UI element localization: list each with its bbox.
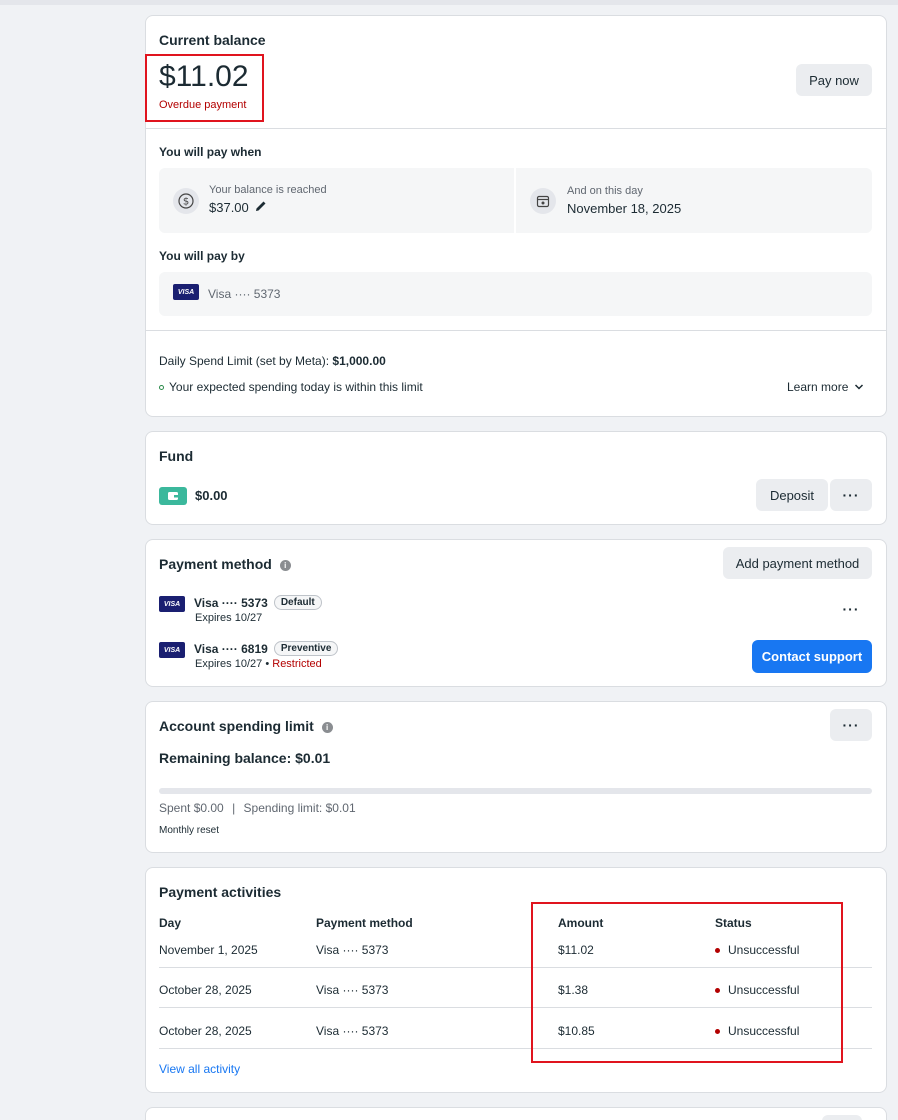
view-all-activity-link[interactable]: View all activity xyxy=(159,1062,240,1076)
date-label: And on this day xyxy=(567,185,643,197)
next-card-button[interactable] xyxy=(822,1115,862,1120)
row-method: Visa ···· 5373 xyxy=(316,943,389,957)
card-expiry: Expires 10/27 xyxy=(195,658,263,670)
spent-row: Spent $0.00 | Spending limit: $0.01 xyxy=(159,801,356,815)
status-dot-icon xyxy=(159,384,164,390)
daily-limit-value: $1,000.00 xyxy=(332,354,386,368)
info-icon[interactable]: i xyxy=(279,559,291,571)
row-method: Visa ···· 5373 xyxy=(316,983,389,997)
fund-more-button[interactable]: ··· xyxy=(830,479,872,511)
row-day: November 1, 2025 xyxy=(159,943,258,957)
next-card xyxy=(145,1107,887,1120)
date-value: November 18, 2025 xyxy=(567,201,682,216)
left-sidebar xyxy=(0,5,145,1120)
column-header-method: Payment method xyxy=(316,916,413,930)
payment-method-title-text: Payment method xyxy=(159,556,272,572)
info-icon[interactable]: i xyxy=(321,721,333,733)
card-name: Visa ···· 5373 xyxy=(194,595,268,610)
visa-icon: VISA xyxy=(159,596,185,612)
divider xyxy=(146,128,886,129)
fund-amount: $0.00 xyxy=(195,488,228,503)
daily-limit: Daily Spend Limit (set by Meta): $1,000.… xyxy=(159,354,386,368)
pay-by-box: VISA Visa ···· 5373 xyxy=(159,272,872,316)
pay-by-title: You will pay by xyxy=(159,249,245,263)
divider xyxy=(146,330,886,331)
svg-text:$: $ xyxy=(183,197,189,208)
spending-limit-more-button[interactable]: ··· xyxy=(830,709,872,741)
card-more-button[interactable]: ··· xyxy=(830,595,872,623)
spending-limit-title-text: Account spending limit xyxy=(159,718,314,734)
threshold-label: Your balance is reached xyxy=(209,184,327,196)
add-payment-method-button[interactable]: Add payment method xyxy=(723,547,872,579)
remaining-balance: Remaining balance: $0.01 xyxy=(159,750,331,766)
daily-limit-note-row: Your expected spending today is within t… xyxy=(159,380,423,394)
spending-limit-value: Spending limit: $0.01 xyxy=(243,801,356,815)
default-badge: Default xyxy=(273,595,322,610)
card-expiry: Expires 10/27 xyxy=(195,612,263,624)
row-day: October 28, 2025 xyxy=(159,1024,252,1038)
annotation-box-activities xyxy=(531,902,843,1063)
date-box: And on this day November 18, 2025 xyxy=(516,168,872,233)
fund-card: Fund $0.00 Deposit ··· xyxy=(145,431,887,525)
chevron-down-icon xyxy=(855,384,864,390)
spending-progress-bar xyxy=(159,788,872,794)
preventive-badge: Preventive xyxy=(273,641,339,656)
more-dots-icon: ··· xyxy=(842,601,860,617)
card-row[interactable]: Visa ···· 5373 Default xyxy=(194,595,322,610)
payment-method-title: Payment method i xyxy=(159,556,291,572)
annotation-box-balance xyxy=(145,54,264,122)
threshold-value: $37.00 xyxy=(209,200,249,215)
card-name: Visa ···· 6819 xyxy=(194,641,268,656)
row-method: Visa ···· 5373 xyxy=(316,1024,389,1038)
spending-limit-title: Account spending limit i xyxy=(159,718,333,734)
deposit-button[interactable]: Deposit xyxy=(756,479,828,511)
more-dots-icon: ··· xyxy=(842,487,860,503)
contact-support-button[interactable]: Contact support xyxy=(752,640,872,673)
wallet-icon xyxy=(159,487,187,505)
pay-now-button[interactable]: Pay now xyxy=(796,64,872,96)
restricted-status: Restricted xyxy=(272,658,322,670)
learn-more-label: Learn more xyxy=(787,380,849,394)
payment-activities-title: Payment activities xyxy=(159,884,282,900)
visa-icon: VISA xyxy=(159,642,185,658)
spent-value: Spent $0.00 xyxy=(159,801,224,815)
row-day: October 28, 2025 xyxy=(159,983,252,997)
daily-limit-label: Daily Spend Limit (set by Meta): xyxy=(159,354,333,368)
threshold-box: $ Your balance is reached $37.00 xyxy=(159,168,514,233)
pay-when-title: You will pay when xyxy=(159,145,262,159)
pay-by-card: Visa ···· 5373 xyxy=(208,287,281,301)
column-header-day: Day xyxy=(159,916,182,930)
fund-title: Fund xyxy=(159,448,194,464)
spending-limit-card: Account spending limit i ··· Remaining b… xyxy=(145,701,887,853)
daily-limit-note: Your expected spending today is within t… xyxy=(169,380,423,394)
card-row[interactable]: Visa ···· 6819 Preventive xyxy=(194,641,339,656)
card-expiry-row: Expires 10/27 • Restricted xyxy=(195,658,322,670)
more-dots-icon: ··· xyxy=(842,717,860,733)
monthly-reset: Monthly reset xyxy=(159,825,220,836)
visa-icon: VISA xyxy=(173,284,199,300)
dollar-circle-icon: $ xyxy=(173,188,199,214)
learn-more-link[interactable]: Learn more xyxy=(787,380,864,394)
calendar-icon xyxy=(530,188,556,214)
pencil-icon[interactable] xyxy=(255,200,267,215)
payment-method-card: Payment method i Add payment method VISA… xyxy=(145,539,887,687)
current-balance-title: Current balance xyxy=(159,32,266,48)
